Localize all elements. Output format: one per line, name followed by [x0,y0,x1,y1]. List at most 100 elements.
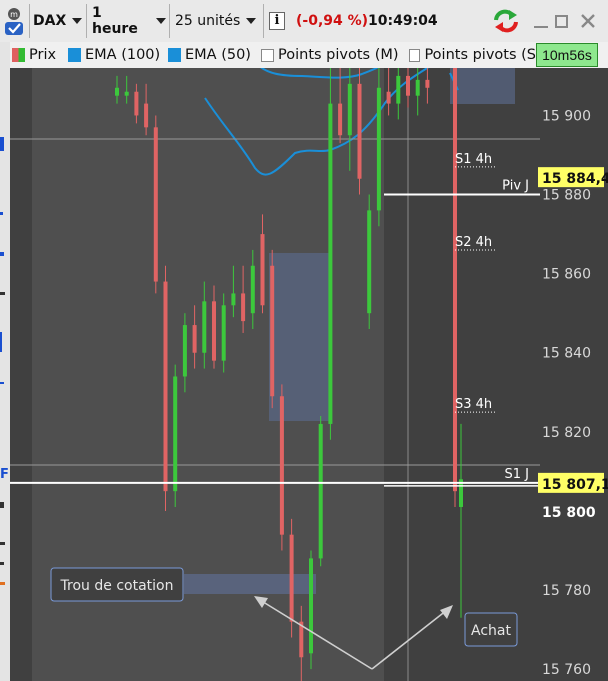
candle-body [153,127,158,282]
candle-body [202,301,207,353]
symbol-label: DAX [33,13,67,29]
candle-body [241,293,246,322]
candle-body [289,534,294,622]
candle-body [396,75,401,104]
legend-label: Points pivots (S [424,47,536,63]
candle [173,364,178,507]
candle-body [250,265,255,314]
legend-item-price[interactable]: Prix [12,45,56,65]
maximize-icon [555,14,568,28]
tool-icon [0,137,4,151]
candle-body [406,75,410,96]
candle-body [144,103,149,128]
candle-body [270,265,275,397]
tool-icon: F [0,467,9,482]
tool-icon [0,542,5,545]
legend-label: Prix [29,47,57,63]
units-label: 25 unités [175,13,241,29]
tool-icon [0,292,5,295]
candle-body [453,68,457,492]
legend-item-pivots-monthly[interactable]: Points pivots (M) [261,45,399,65]
tool-icon [0,502,4,508]
checkbox[interactable] [261,48,274,62]
units-selector[interactable]: 25 unités [175,4,261,38]
y-tick-label: 15 820 [542,425,591,441]
candle-body [260,234,265,306]
liquidity-zone [450,68,515,104]
candle-body [182,325,187,377]
legend-item-ema100[interactable]: EMA (100) [68,45,160,65]
legend-item-ema50[interactable]: EMA (50) [168,45,251,65]
countdown-label: 10m56s [542,47,592,63]
y-tick-label: 15 780 [542,583,591,599]
tool-icon [0,332,2,352]
close-button[interactable] [580,4,602,38]
minimize-button[interactable] [534,4,554,38]
candle-body [279,396,284,535]
trading-window: m DAX 1 heure 25 unités i (-0,94 %) 10:4… [0,0,608,681]
tool-icon [0,582,5,585]
ema100-swatch [68,48,81,62]
pivot-label: Piv J [502,179,529,194]
candle-body [338,103,343,136]
candle [163,265,168,511]
candle-body [134,91,139,116]
timeframe-selector[interactable]: 1 heure [92,4,166,38]
candle-body [357,83,362,179]
y-tick-label: 15 760 [542,662,591,678]
svg-text:m: m [10,10,18,19]
pivot-label: S3 4h [455,397,492,412]
tool-icon [0,252,4,256]
candle-body [231,293,236,306]
pivot-label: S1 4h [455,152,492,167]
tool-icon [0,212,3,215]
timeframe-label: 1 heure [92,5,138,37]
tool-icon [0,382,4,384]
change-percent: (-0,94 %) [296,13,369,29]
annotation-buy-label: Achat [471,623,511,639]
symbol-selector[interactable]: DAX [33,4,83,38]
annotation-gap-label: Trou de cotation [60,578,174,594]
minimize-icon [534,26,548,28]
candle-body [367,210,372,314]
candle [309,550,313,670]
countdown-badge: 10m56s [536,43,598,67]
y-tick-label: 15 880 [542,188,591,204]
price-tag-label: 15 884,4 [542,171,608,187]
legend-item-pivots-weekly[interactable]: Points pivots (S [409,45,536,65]
maximize-button[interactable] [555,4,575,38]
candle [357,68,362,195]
candle-body [309,558,313,654]
price-chart[interactable]: Piv J S1 J S1 4h S2 4h S3 4h 15 760 15 780 15 … [10,68,608,681]
checkbox[interactable] [409,48,421,62]
legend-label: EMA (100) [85,47,161,63]
refresh-button[interactable] [492,4,522,38]
price-tag-label: 15 807,1 [542,477,608,493]
candle-body [347,83,352,136]
candle [367,194,372,330]
candle [328,68,333,440]
ema50-swatch [168,48,181,62]
clock-time: 10:49:04 [368,13,438,29]
candle-body [115,87,119,96]
candle-body [376,87,381,211]
candle-body [163,281,168,492]
info-icon: i [269,12,285,30]
candle-body [124,91,129,96]
candle-body [212,301,216,361]
app-logo-icon[interactable]: m [2,4,28,38]
price-swatch [12,48,25,62]
price-tag-label: 15 800 [542,505,596,521]
candle [453,68,457,507]
candle-body [425,79,430,88]
candle-body [192,325,197,353]
chevron-down-icon [156,18,166,24]
liquidity-zone [269,253,331,421]
pivot-label: S1 J [505,467,530,482]
refresh-arrows-icon [494,9,518,33]
candle-body [415,79,420,96]
info-button[interactable]: i [269,4,289,38]
chevron-down-icon [72,18,83,24]
candle-body [318,423,323,559]
chevron-down-icon [246,18,257,24]
